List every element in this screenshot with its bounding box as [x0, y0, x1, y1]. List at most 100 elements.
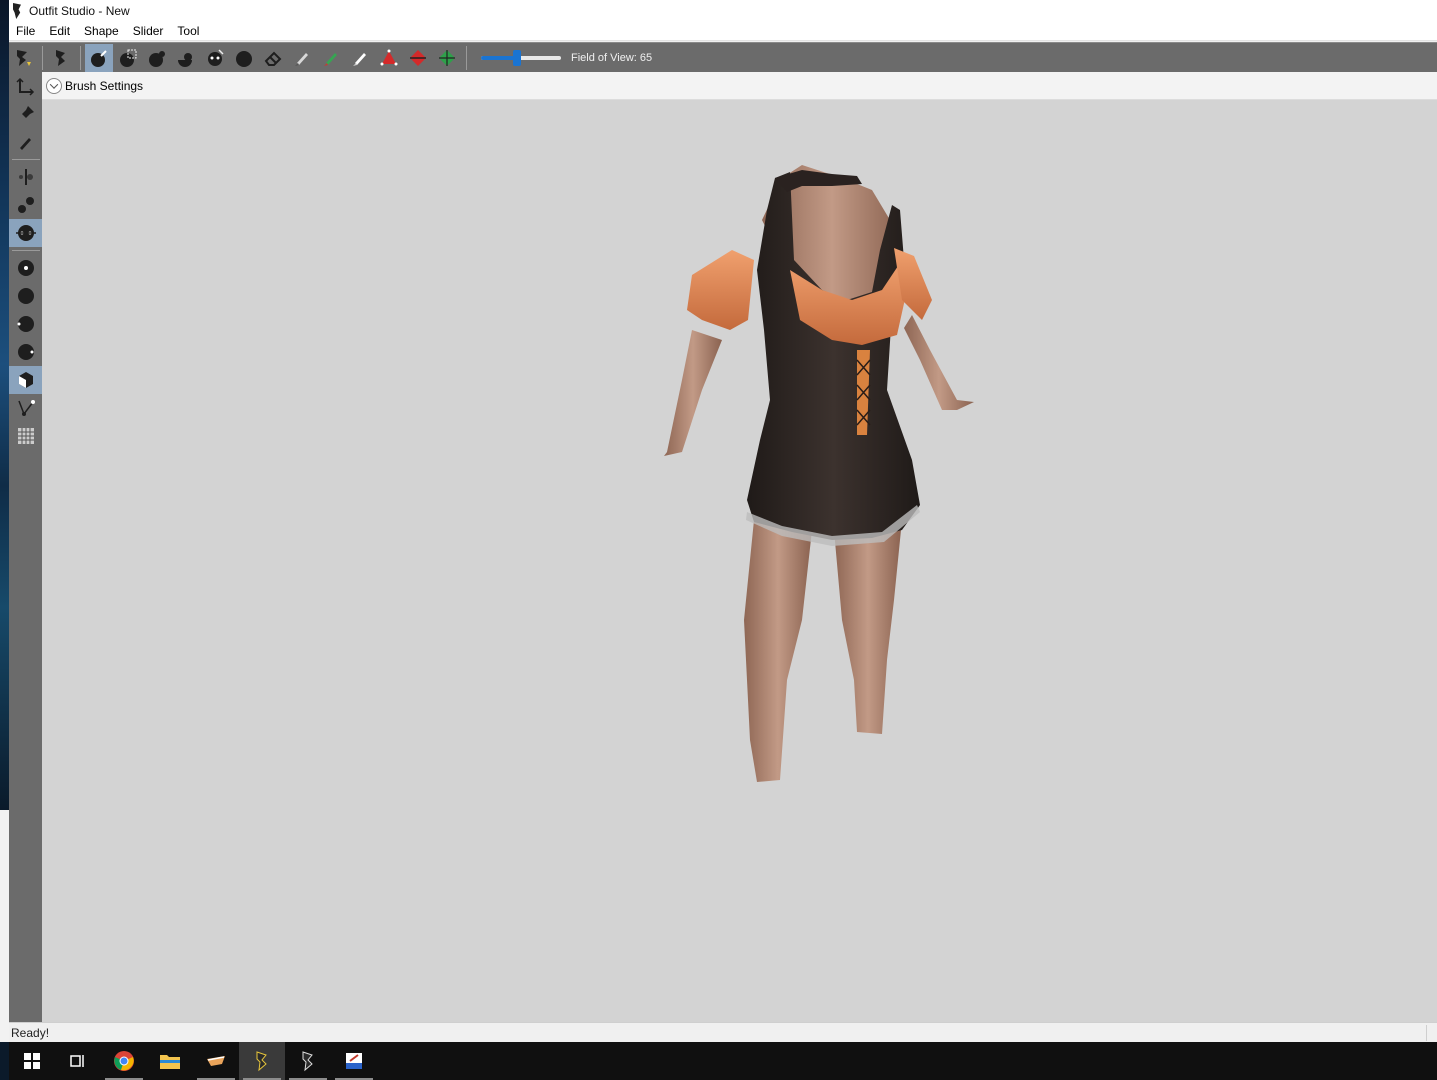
brush-settings-header[interactable]: Brush Settings	[42, 72, 1437, 100]
toolbar-separator	[42, 45, 43, 70]
select-brush-icon	[91, 49, 107, 67]
menu-file[interactable]: File	[9, 22, 42, 41]
outfit-studio-icon	[13, 3, 23, 19]
grid-icon	[17, 428, 34, 444]
left-toolbar-separator	[11, 159, 40, 160]
menu-edit[interactable]: Edit	[42, 22, 77, 41]
select-tool-button[interactable]	[9, 72, 42, 100]
status-text: Ready!	[11, 1025, 50, 1040]
alpha-paint-icon	[353, 52, 366, 66]
vertex-edge-icon	[17, 400, 35, 416]
chrome-taskbar-button[interactable]	[101, 1042, 147, 1080]
smooth-brush-button[interactable]	[230, 44, 258, 72]
toolbar-separator	[80, 45, 81, 70]
pin-tool-button[interactable]	[9, 100, 42, 128]
weight-paint-icon	[295, 52, 308, 66]
paint-app-taskbar-button[interactable]	[331, 1042, 377, 1080]
pivot-button[interactable]	[404, 44, 432, 72]
menu-slider[interactable]: Slider	[126, 22, 171, 41]
status-bar: Ready!	[9, 1022, 1437, 1042]
cube-icon	[18, 372, 33, 388]
model-right-arm	[904, 315, 974, 410]
file-explorer-button[interactable]	[147, 1042, 193, 1080]
vertex-select-button[interactable]	[433, 44, 461, 72]
start-button[interactable]	[9, 1042, 55, 1080]
inflate-brush-icon	[149, 50, 165, 67]
smooth-brush-icon	[236, 50, 252, 67]
outfit-studio-logo-icon	[17, 49, 31, 66]
move-brush-icon	[208, 48, 224, 66]
app-window: Outfit Studio - New File Edit Shape Slid…	[9, 0, 1437, 1042]
skyrim-logo-icon	[56, 49, 65, 66]
sphere-2-button[interactable]	[9, 282, 42, 310]
left-toolbar	[9, 72, 42, 1022]
fov-slider[interactable]	[481, 49, 561, 66]
deflate-brush-button[interactable]	[172, 44, 200, 72]
fov-slider-track[interactable]	[481, 49, 561, 66]
chrome-icon	[114, 1051, 134, 1071]
transform-button[interactable]	[375, 44, 403, 72]
sphere-2-icon	[17, 288, 34, 304]
outfit-studio-icon	[256, 1051, 267, 1072]
skyrim-logo-button[interactable]	[47, 44, 75, 72]
cube-button[interactable]	[9, 366, 42, 394]
mask-brush-icon	[120, 49, 137, 67]
task-view-button[interactable]	[55, 1042, 101, 1080]
sphere-1-button[interactable]	[9, 254, 42, 282]
brush-settings-label: Brush Settings	[65, 78, 144, 93]
sphere-4-icon	[17, 344, 34, 360]
main-toolbar: Field of View: 65	[9, 42, 1437, 72]
pivot-icon	[410, 49, 426, 66]
transform-line-button[interactable]	[9, 163, 42, 191]
vertex-edge-button[interactable]	[9, 394, 42, 422]
expand-brush-button[interactable]	[9, 219, 42, 247]
model-left-leg	[744, 520, 812, 782]
grid-button[interactable]	[9, 422, 42, 450]
model-left-sleeve	[687, 250, 754, 330]
sphere-3-icon	[17, 316, 34, 332]
menu-shape[interactable]: Shape	[77, 22, 126, 41]
fov-slider-thumb[interactable]	[513, 49, 521, 66]
undiff-brush-button[interactable]	[259, 44, 287, 72]
task-view-icon	[70, 1055, 84, 1067]
title-bar: Outfit Studio - New	[9, 0, 1437, 22]
pin-icon	[17, 106, 34, 122]
sphere-3-button[interactable]	[9, 310, 42, 338]
vertex-select-icon	[439, 49, 455, 66]
connect-icon	[17, 197, 34, 213]
inflate-brush-button[interactable]	[143, 44, 171, 72]
connect-tool-button[interactable]	[9, 191, 42, 219]
move-brush-button[interactable]	[201, 44, 229, 72]
sphere-4-button[interactable]	[9, 338, 42, 366]
weight-paint-button[interactable]	[288, 44, 316, 72]
eraser-icon	[264, 51, 282, 66]
transform-line-icon	[18, 169, 33, 185]
paint-app-icon	[346, 1053, 362, 1069]
left-toolbar-separator	[11, 250, 40, 251]
mask-brush-button[interactable]	[114, 44, 142, 72]
alpha-paint-button[interactable]	[346, 44, 374, 72]
3d-viewport[interactable]	[42, 100, 1437, 1022]
color-paint-icon	[324, 52, 337, 66]
pen-icon	[19, 138, 31, 150]
outfit-studio-taskbar-button-2[interactable]	[285, 1042, 331, 1080]
model-left-arm	[664, 330, 722, 456]
select-brush-button[interactable]	[85, 43, 113, 72]
window-title: Outfit Studio - New	[29, 4, 130, 18]
expand-brush-icon	[15, 225, 36, 241]
toolbar-separator	[466, 45, 467, 70]
menu-tool[interactable]: Tool	[170, 22, 206, 41]
outfit-studio-icon-2	[302, 1051, 313, 1072]
fov-slider-fill	[481, 55, 517, 60]
windows-start-icon	[24, 1053, 40, 1069]
file-explorer-icon	[160, 1055, 180, 1069]
pen-tool-button[interactable]	[9, 128, 42, 156]
transform-icon	[380, 49, 398, 65]
outfit-studio-logo-button[interactable]	[9, 44, 37, 72]
color-paint-button[interactable]	[317, 44, 345, 72]
app-bowl-icon	[207, 1056, 225, 1066]
app-bowl-button[interactable]	[193, 1042, 239, 1080]
outfit-studio-taskbar-button[interactable]	[239, 1042, 285, 1080]
status-divider	[1426, 1025, 1427, 1041]
chevron-down-icon[interactable]	[46, 77, 62, 94]
